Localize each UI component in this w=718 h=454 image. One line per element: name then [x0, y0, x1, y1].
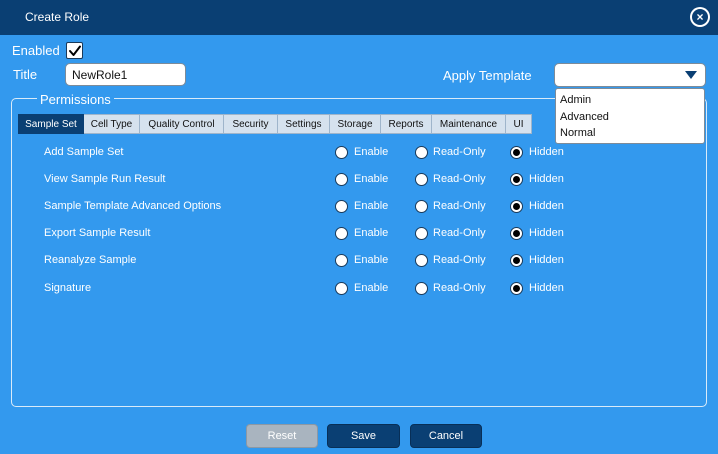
tab-ui[interactable]: UI	[506, 114, 532, 134]
radio-hidden-label: Hidden	[529, 173, 564, 185]
radio-enable[interactable]	[335, 173, 348, 186]
template-dropdown-list: Admin Advanced Normal	[555, 88, 705, 144]
radio-read-only[interactable]	[415, 173, 428, 186]
radio-enable[interactable]	[335, 282, 348, 295]
close-button[interactable]: ×	[690, 7, 710, 27]
window-title: Create Role	[25, 10, 90, 24]
permission-row: Signature Enable Read-Only Hidden	[0, 280, 718, 300]
radio-hidden[interactable]	[510, 227, 523, 240]
radio-enable-label: Enable	[354, 282, 389, 294]
permission-label: Reanalyze Sample	[44, 254, 137, 266]
check-icon	[69, 45, 81, 56]
radio-hidden-label: Hidden	[529, 146, 564, 158]
permission-row: View Sample Run Result Enable Read-Only …	[0, 171, 718, 191]
reset-button[interactable]: Reset	[246, 424, 318, 448]
radio-enable[interactable]	[335, 227, 348, 240]
tab-cell-type[interactable]: Cell Type	[84, 114, 140, 134]
radio-hidden[interactable]	[510, 282, 523, 295]
radio-read-only-label: Read-Only	[433, 227, 486, 239]
tab-sample-set[interactable]: Sample Set	[18, 114, 84, 134]
permission-label: Add Sample Set	[44, 146, 124, 158]
radio-enable-label: Enable	[354, 146, 389, 158]
radio-hidden[interactable]	[510, 173, 523, 186]
permission-row: Export Sample Result Enable Read-Only Hi…	[0, 225, 718, 245]
permission-label: Export Sample Result	[44, 227, 151, 239]
radio-read-only-label: Read-Only	[433, 200, 486, 212]
radio-read-only-label: Read-Only	[433, 282, 486, 294]
tab-maintenance[interactable]: Maintenance	[432, 114, 506, 134]
template-option-normal[interactable]: Normal	[556, 125, 704, 142]
radio-enable[interactable]	[335, 146, 348, 159]
permission-label: Sample Template Advanced Options	[44, 200, 222, 212]
radio-read-only[interactable]	[415, 227, 428, 240]
permission-row: Sample Template Advanced Options Enable …	[0, 198, 718, 218]
permission-row: Reanalyze Sample Enable Read-Only Hidden	[0, 252, 718, 272]
tab-security[interactable]: Security	[224, 114, 278, 134]
cancel-button[interactable]: Cancel	[410, 424, 482, 448]
title-bar: Create Role ×	[0, 0, 718, 35]
radio-read-only[interactable]	[415, 254, 428, 267]
radio-enable-label: Enable	[354, 200, 389, 212]
radio-enable-label: Enable	[354, 254, 389, 266]
permissions-tabs: Sample Set Cell Type Quality Control Sec…	[18, 114, 532, 134]
radio-enable[interactable]	[335, 254, 348, 267]
radio-read-only[interactable]	[415, 282, 428, 295]
tab-quality-control[interactable]: Quality Control	[140, 114, 224, 134]
template-option-advanced[interactable]: Advanced	[556, 109, 704, 126]
radio-hidden-label: Hidden	[529, 282, 564, 294]
permission-label: View Sample Run Result	[44, 173, 166, 185]
permission-label: Signature	[44, 282, 92, 294]
radio-hidden[interactable]	[510, 200, 523, 213]
radio-hidden-label: Hidden	[529, 254, 564, 266]
radio-read-only[interactable]	[415, 200, 428, 213]
radio-read-only-label: Read-Only	[433, 173, 486, 185]
tab-reports[interactable]: Reports	[381, 114, 432, 134]
permission-row: Add Sample Set Enable Read-Only Hidden	[0, 144, 718, 164]
apply-template-label: Apply Template	[443, 68, 532, 83]
tab-storage[interactable]: Storage	[330, 114, 381, 134]
radio-read-only-label: Read-Only	[433, 146, 486, 158]
radio-read-only[interactable]	[415, 146, 428, 159]
apply-template-select[interactable]	[554, 63, 706, 87]
radio-hidden[interactable]	[510, 146, 523, 159]
radio-hidden[interactable]	[510, 254, 523, 267]
permissions-group-title: Permissions	[37, 92, 114, 107]
close-icon: ×	[692, 9, 708, 25]
tab-settings[interactable]: Settings	[278, 114, 330, 134]
template-option-admin[interactable]: Admin	[556, 92, 704, 109]
radio-enable-label: Enable	[354, 227, 389, 239]
dropdown-arrow-icon[interactable]	[685, 71, 697, 79]
title-label: Title	[13, 67, 38, 82]
radio-read-only-label: Read-Only	[433, 254, 486, 266]
save-button[interactable]: Save	[327, 424, 400, 448]
radio-enable[interactable]	[335, 200, 348, 213]
radio-hidden-label: Hidden	[529, 227, 564, 239]
title-input[interactable]	[65, 63, 186, 86]
enabled-checkbox[interactable]	[66, 42, 83, 59]
radio-enable-label: Enable	[354, 173, 389, 185]
enabled-label: Enabled	[12, 43, 60, 58]
radio-hidden-label: Hidden	[529, 200, 564, 212]
